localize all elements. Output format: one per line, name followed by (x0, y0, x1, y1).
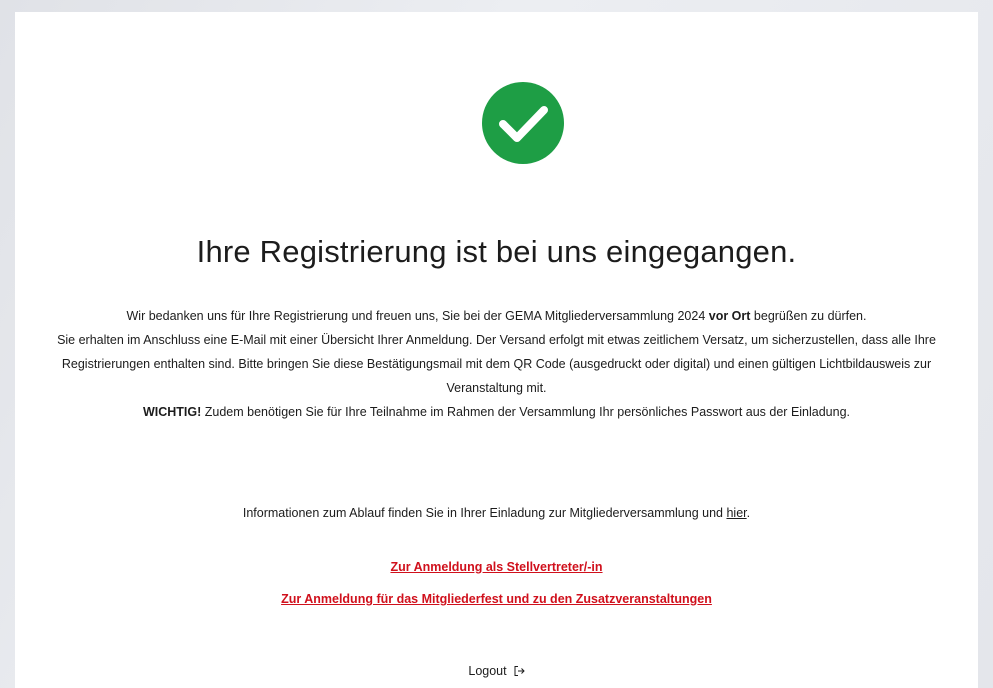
logout-icon (513, 665, 525, 677)
deputy-registration-link[interactable]: Zur Anmeldung als Stellvertreter/-in (390, 560, 602, 574)
thanks-paragraph: Wir bedanken uns für Ihre Registrierung … (126, 309, 867, 323)
fest-link-row: Zur Anmeldung für das Mitgliederfest und… (15, 592, 978, 606)
deputy-link-row: Zur Anmeldung als Stellvertreter/-in (15, 560, 978, 574)
fest-registration-link[interactable]: Zur Anmeldung für das Mitgliederfest und… (281, 592, 712, 606)
confirmation-card: Ihre Registrierung ist bei uns eingegang… (15, 12, 978, 688)
check-circle-icon (482, 82, 564, 164)
important-paragraph: WICHTIG! Zudem benötigen Sie für Ihre Te… (142, 405, 851, 419)
logout-button[interactable]: Logout (468, 664, 525, 678)
logout-label: Logout (468, 664, 507, 678)
info-here-link[interactable]: hier (726, 506, 746, 520)
page-title: Ihre Registrierung ist bei uns eingegang… (196, 234, 797, 269)
email-info-paragraph: Sie erhalten im Anschluss eine E-Mail mi… (57, 333, 936, 395)
important-label: WICHTIG! (142, 405, 202, 419)
attendance-mode: vor Ort (708, 309, 751, 323)
confirmation-message: Wir bedanken uns für Ihre Registrierung … (55, 304, 938, 424)
logout-row: Logout (15, 664, 978, 678)
info-line: Informationen zum Ablauf finden Sie in I… (242, 506, 751, 520)
